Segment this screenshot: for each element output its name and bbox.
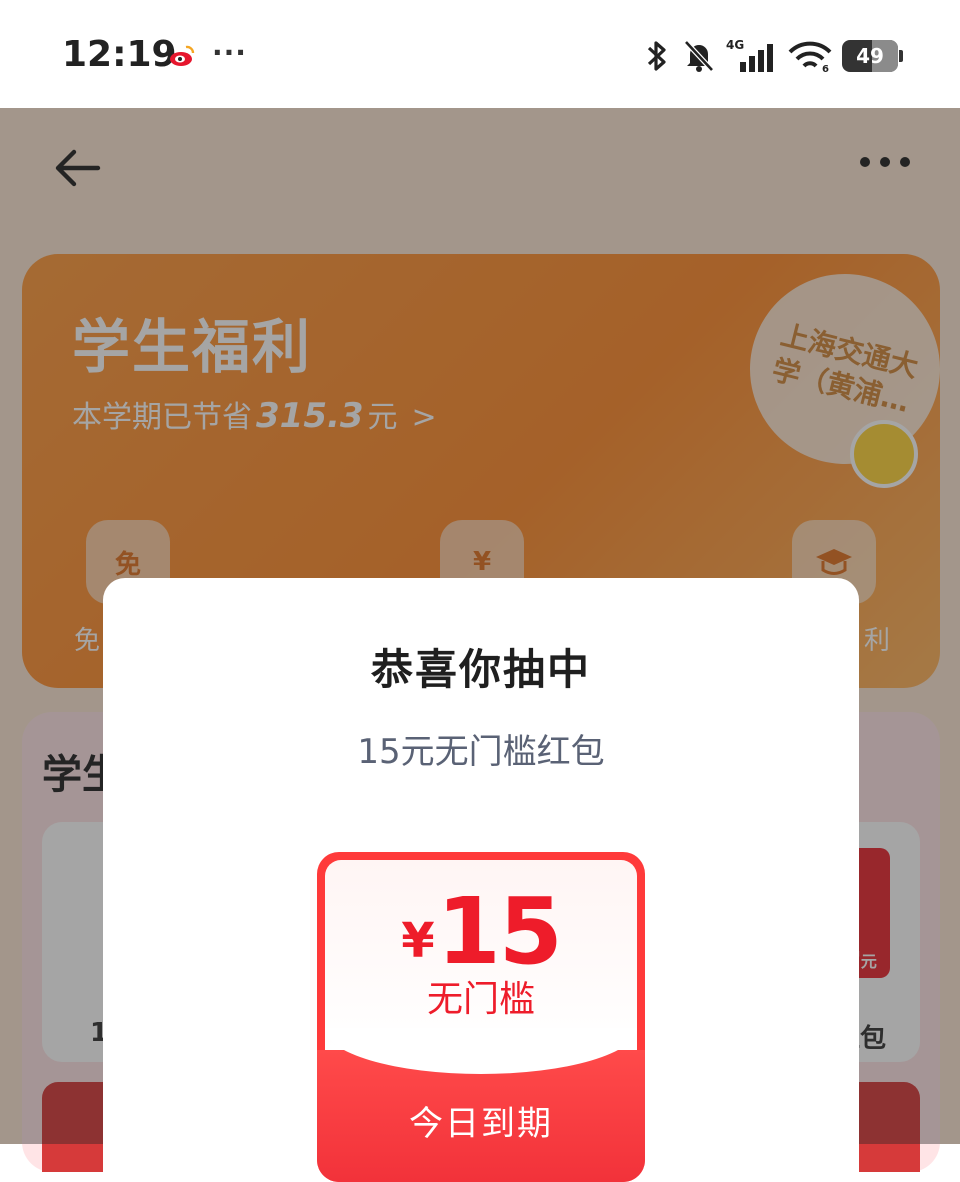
coupon-amount: ¥15 (317, 878, 645, 985)
prize-dialog: 恭喜你抽中 15元无门槛红包 ¥15 无门槛 今日到期 (103, 578, 859, 1182)
network-type-label: 4G (726, 38, 744, 52)
bluetooth-icon (647, 41, 666, 71)
svg-text:6: 6 (822, 64, 829, 74)
coupon-currency: ¥ (401, 913, 435, 969)
status-icons: 4G 6 49 (642, 38, 903, 74)
coupon-expiry: 今日到期 (409, 1104, 553, 1144)
dialog-subtitle: 15元无门槛红包 (357, 732, 605, 772)
status-more-dots: ··· (212, 36, 247, 69)
dialog-title: 恭喜你抽中 (370, 645, 591, 694)
coupon-value: 15 (436, 878, 563, 985)
battery-icon: 49 (842, 40, 903, 72)
battery-level: 49 (856, 44, 884, 68)
weibo-icon (170, 45, 195, 66)
red-packet-coupon[interactable]: ¥15 无门槛 今日到期 (317, 852, 645, 1182)
status-bar: 12:19 ··· 4G 6 49 (0, 0, 960, 108)
mute-bell-icon (684, 40, 714, 72)
coupon-threshold: 无门槛 (426, 979, 535, 1020)
status-time: 12:19 (62, 34, 177, 75)
signal-icon: 4G (726, 38, 773, 72)
wifi-icon: 6 (788, 41, 832, 74)
